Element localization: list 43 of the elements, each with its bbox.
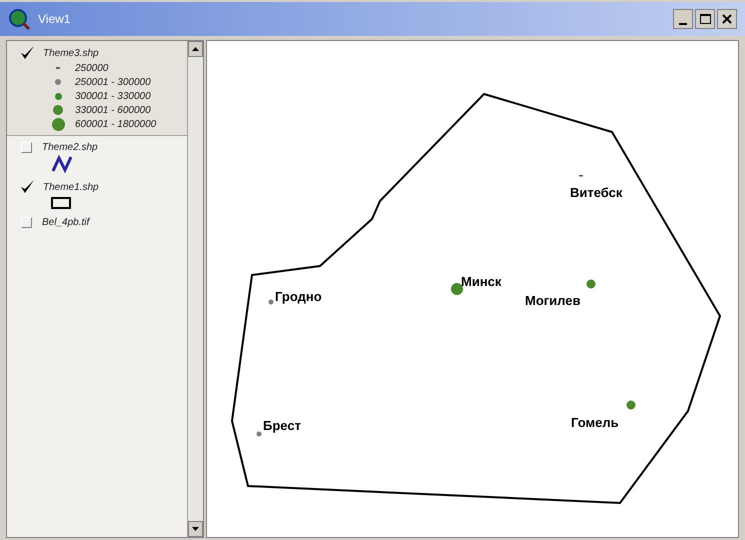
checkbox[interactable] xyxy=(19,45,35,61)
city-label: Минск xyxy=(461,274,502,289)
scrollbar[interactable] xyxy=(187,41,203,537)
checkbox[interactable] xyxy=(21,142,32,153)
scroll-down-button[interactable] xyxy=(188,521,203,537)
city-marker xyxy=(579,175,583,176)
scroll-up-button[interactable] xyxy=(188,41,203,57)
theme-entry[interactable]: Theme1.shp xyxy=(7,175,187,211)
window-title: View1 xyxy=(38,11,72,28)
checkbox[interactable] xyxy=(19,179,35,195)
city-marker xyxy=(256,432,262,436)
class-label: 600001 - 1800000 xyxy=(75,118,156,132)
close-icon xyxy=(722,14,732,24)
class-label: 300001 - 330000 xyxy=(75,90,151,104)
city-label: Брест xyxy=(263,418,301,433)
theme-entry[interactable]: Theme3.shp 250000 250001 - 300000 300001 - 330000 330001 - 600000 600001 - 1800000 xyxy=(7,41,187,136)
globe-magnifier-icon xyxy=(8,8,30,30)
rectangle-icon xyxy=(51,197,71,209)
theme-entry[interactable]: Theme2.shp xyxy=(7,136,187,175)
theme-entry[interactable]: Bel_4pb.tif xyxy=(7,211,187,232)
theme-label: Bel_4pb.tif xyxy=(42,216,90,230)
dash-icon xyxy=(56,67,60,69)
maximize-button[interactable] xyxy=(695,9,715,29)
city-marker xyxy=(586,280,596,288)
theme-label: Theme1.shp xyxy=(43,180,99,194)
zigzag-line-icon xyxy=(51,155,73,173)
close-button[interactable] xyxy=(717,9,737,29)
class-label: 330001 - 600000 xyxy=(75,104,151,118)
city-marker xyxy=(626,400,636,410)
city-label: Могилев xyxy=(525,293,580,308)
down-arrow-icon xyxy=(192,527,199,531)
city-label: Гродно xyxy=(275,289,322,304)
city-label: Витебск xyxy=(570,185,622,200)
city-label: Гомель xyxy=(571,415,619,430)
theme-label: Theme3.shp xyxy=(43,46,99,60)
checkbox[interactable] xyxy=(21,217,32,228)
class-label: 250000 xyxy=(75,62,108,76)
up-arrow-icon xyxy=(192,47,199,51)
theme-label: Theme2.shp xyxy=(42,141,98,155)
city-marker xyxy=(268,300,274,304)
class-label: 250001 - 300000 xyxy=(75,76,151,90)
minimize-button[interactable] xyxy=(673,9,693,29)
city-marker xyxy=(451,283,463,295)
